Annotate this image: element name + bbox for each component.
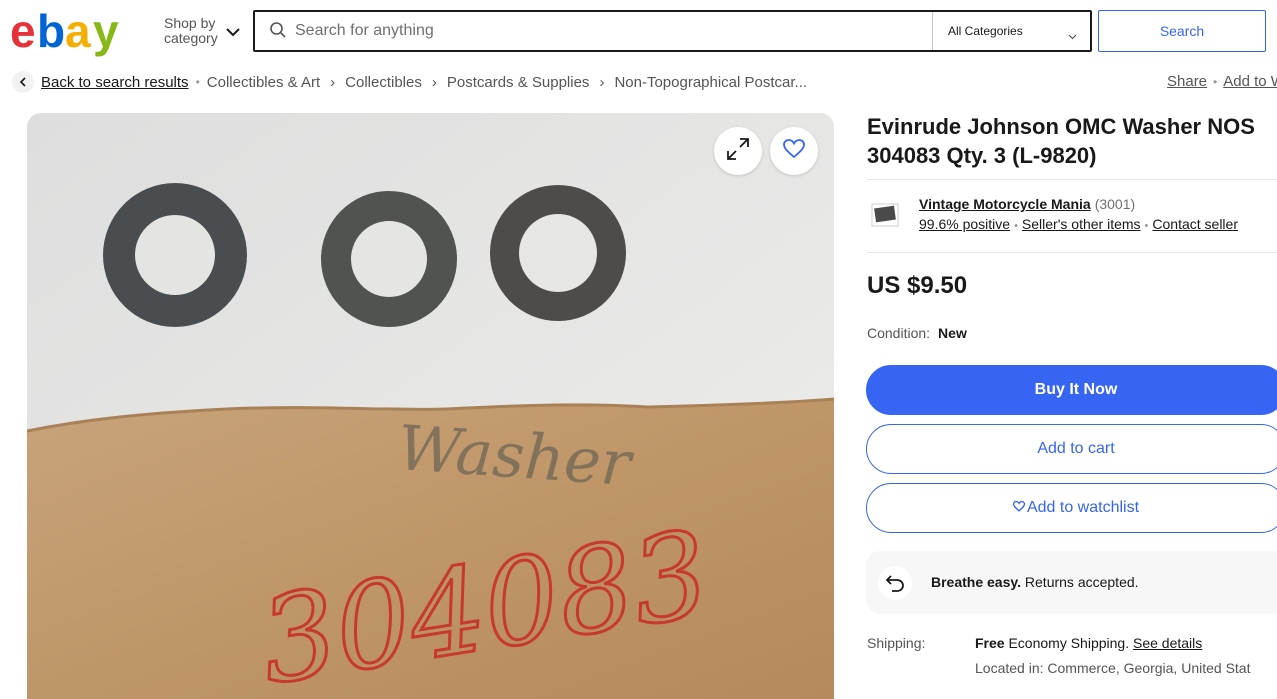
seller-avatar[interactable] (869, 198, 903, 237)
chevron-right-icon: › (431, 73, 437, 91)
share-actions: Share • Add to W (1167, 73, 1277, 90)
divider (932, 12, 933, 50)
breadcrumb-item[interactable]: Non-Topographical Postcar... (614, 74, 807, 91)
back-arrow-icon[interactable] (12, 71, 34, 93)
washer (321, 191, 457, 327)
add-to-watchlist-link[interactable]: Add to W (1223, 73, 1277, 90)
returns-banner: Breathe easy. Returns accepted. (866, 551, 1277, 614)
svg-text:e: e (10, 7, 35, 57)
product-photo: Washer 304083 (27, 113, 834, 699)
washer (490, 185, 626, 321)
shipping-value: Free Economy Shipping. See details (975, 635, 1202, 651)
shop-by-line1: Shop by (164, 15, 216, 31)
ebay-logo[interactable]: e b a y (10, 5, 130, 57)
returns-text: Breathe easy. Returns accepted. (931, 574, 1139, 590)
heart-icon (1012, 484, 1026, 532)
watch-heart-button[interactable] (770, 127, 818, 175)
breadcrumb-item[interactable]: Postcards & Supplies (447, 74, 590, 91)
add-to-watchlist-label: Add to watchlist (1026, 499, 1140, 516)
shipping-label: Shipping: (867, 635, 926, 651)
heart-icon (783, 138, 805, 164)
svg-text:a: a (65, 7, 91, 57)
separator-dot: • (195, 75, 200, 89)
expand-icon (726, 137, 750, 166)
add-to-watchlist-button[interactable]: Add to watchlist (866, 483, 1277, 533)
return-arrow-icon (878, 566, 912, 600)
condition-label: Condition: (867, 325, 931, 341)
add-to-cart-button[interactable]: Add to cart (866, 424, 1277, 474)
seller-other-items-link[interactable]: Seller's other items (1022, 216, 1141, 232)
shipping-free: Free (975, 635, 1005, 651)
buy-it-now-button[interactable]: Buy It Now (866, 365, 1277, 415)
product-image[interactable]: Washer 304083 (27, 113, 834, 699)
condition-value: New (938, 325, 967, 341)
item-location: Located in: Commerce, Georgia, United St… (975, 660, 1251, 676)
see-details-link[interactable]: See details (1133, 635, 1202, 651)
ebay-logo-mark: e b a y (10, 5, 119, 57)
divider (867, 252, 1277, 253)
breadcrumb-item[interactable]: Collectibles (345, 74, 422, 91)
svg-text:y: y (93, 7, 119, 57)
breadcrumb-item[interactable]: Collectibles & Art (207, 74, 320, 91)
share-link[interactable]: Share (1167, 73, 1207, 90)
breadcrumb: Back to search results • Collectibles & … (12, 71, 807, 93)
positive-feedback-link[interactable]: 99.6% positive (919, 216, 1010, 232)
chevron-right-icon: › (599, 73, 605, 91)
returns-bold: Breathe easy. (931, 574, 1022, 590)
feedback-count: (3001) (1094, 196, 1136, 212)
back-to-results-link[interactable]: Back to search results (41, 74, 189, 91)
search-input[interactable] (295, 12, 925, 50)
search-icon (270, 22, 286, 43)
shipping-method: Economy Shipping. (1004, 635, 1133, 651)
divider (867, 179, 1277, 180)
svg-text:b: b (37, 7, 65, 57)
washer (103, 183, 247, 327)
price: US $9.50 (867, 272, 968, 299)
shop-by-line2: category (164, 30, 218, 46)
listing-title: Evinrude Johnson OMC Washer NOS 304083 Q… (867, 114, 1255, 168)
seller-info: Vintage Motorcycle Mania (3001) (919, 196, 1135, 212)
separator-dot: • (1144, 220, 1149, 232)
contact-seller-link[interactable]: Contact seller (1152, 216, 1238, 232)
category-select[interactable]: All Categories (948, 24, 1023, 38)
separator-dot: • (1014, 220, 1018, 232)
separator-dot: • (1213, 75, 1218, 89)
seller-links: 99.6% positive • Seller's other items • Cont… (919, 216, 1238, 232)
chevron-down-icon[interactable] (226, 24, 240, 42)
chevron-right-icon: › (330, 73, 336, 91)
shop-by-category[interactable]: Shop by category (164, 16, 218, 46)
returns-note: Returns accepted. (1021, 574, 1139, 590)
search-bar: All Categories (253, 10, 1092, 52)
expand-button[interactable] (714, 127, 762, 175)
seller-name-link[interactable]: Vintage Motorcycle Mania (919, 196, 1091, 212)
condition: Condition: New (867, 325, 967, 341)
chevron-down-icon[interactable] (1068, 27, 1077, 45)
search-button[interactable]: Search (1098, 10, 1266, 52)
